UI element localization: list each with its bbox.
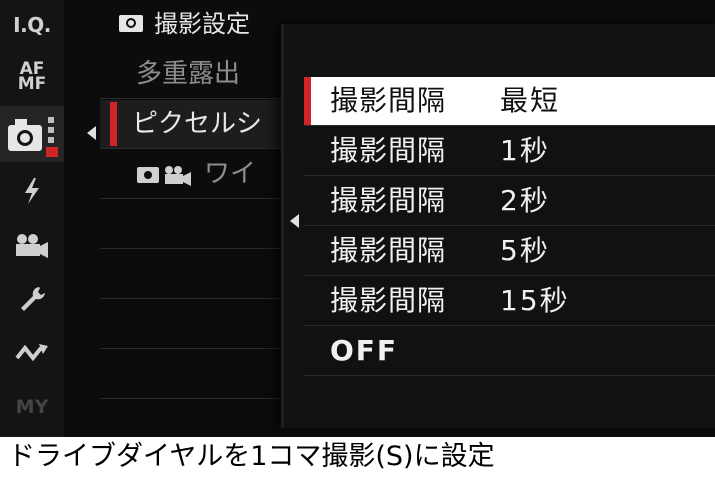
rail-item-flash[interactable] bbox=[0, 166, 64, 216]
connection-icon bbox=[15, 344, 48, 362]
option-label: 撮影間隔 bbox=[330, 184, 447, 217]
option-label: OFF bbox=[330, 334, 399, 367]
menu-row-label: ワイ bbox=[204, 159, 257, 189]
rail-item-my-menu[interactable]: MY bbox=[0, 382, 64, 432]
menu-title: 撮影設定 bbox=[154, 10, 250, 38]
option-interval-5s[interactable]: 撮影間隔 5秒 bbox=[304, 227, 715, 276]
menu-row-label: ピクセルシ bbox=[132, 109, 263, 139]
popup-pointer-arrow-icon bbox=[290, 214, 299, 228]
caption-bar: ドライブダイヤルを1コマ撮影(S)に設定 bbox=[0, 437, 715, 477]
iq-label: I.Q. bbox=[13, 13, 51, 37]
camera-menu-screen: I.Q. AF MF MY 撮影設定 多重露出 ピクセルシ ワイ 撮影間隔 最短… bbox=[0, 0, 715, 437]
option-interval-15s[interactable]: 撮影間隔 15秒 bbox=[304, 277, 715, 326]
rail-item-setup[interactable] bbox=[0, 274, 64, 324]
camera-icon bbox=[119, 14, 143, 32]
selection-indicator bbox=[110, 102, 117, 146]
interval-options-popup: 撮影間隔 最短 撮影間隔 1秒 撮影間隔 2秒 撮影間隔 5秒 撮影間隔 15秒… bbox=[281, 24, 715, 428]
option-value: 1秒 bbox=[500, 134, 550, 167]
option-value: 2秒 bbox=[500, 184, 550, 217]
popup-empty-row bbox=[304, 377, 715, 425]
option-value: 5秒 bbox=[500, 234, 550, 267]
option-interval-shortest[interactable]: 撮影間隔 最短 bbox=[304, 77, 715, 126]
option-interval-2s[interactable]: 撮影間隔 2秒 bbox=[304, 177, 715, 226]
rail-item-af-mf[interactable]: AF MF bbox=[0, 52, 64, 102]
rail-pointer-arrow-icon bbox=[87, 126, 96, 140]
menu-category-rail: I.Q. AF MF MY bbox=[0, 0, 64, 437]
selection-indicator bbox=[304, 77, 311, 125]
option-value: 最短 bbox=[500, 84, 561, 117]
option-interval-1s[interactable]: 撮影間隔 1秒 bbox=[304, 127, 715, 176]
flash-icon bbox=[25, 178, 39, 204]
movie-camera-icon bbox=[16, 234, 48, 258]
photo-movie-icon bbox=[137, 166, 191, 186]
wrench-icon bbox=[21, 287, 45, 311]
af-mf-label: AF MF bbox=[17, 59, 47, 94]
option-off[interactable]: OFF bbox=[304, 327, 715, 376]
option-label: 撮影間隔 bbox=[330, 284, 447, 317]
rail-item-movie[interactable] bbox=[0, 220, 64, 270]
option-label: 撮影間隔 bbox=[330, 134, 447, 167]
rail-item-shooting[interactable] bbox=[0, 106, 64, 162]
camera-icon bbox=[8, 117, 58, 157]
menu-row-label: 多重露出 bbox=[136, 59, 241, 89]
option-value: 15秒 bbox=[500, 284, 570, 317]
option-label: 撮影間隔 bbox=[330, 84, 447, 117]
option-label: 撮影間隔 bbox=[330, 234, 447, 267]
menu-header: 撮影設定 bbox=[118, 4, 250, 39]
rail-item-connection[interactable] bbox=[0, 328, 64, 378]
my-menu-label: MY bbox=[15, 396, 49, 418]
rail-item-iq[interactable]: I.Q. bbox=[0, 0, 64, 50]
